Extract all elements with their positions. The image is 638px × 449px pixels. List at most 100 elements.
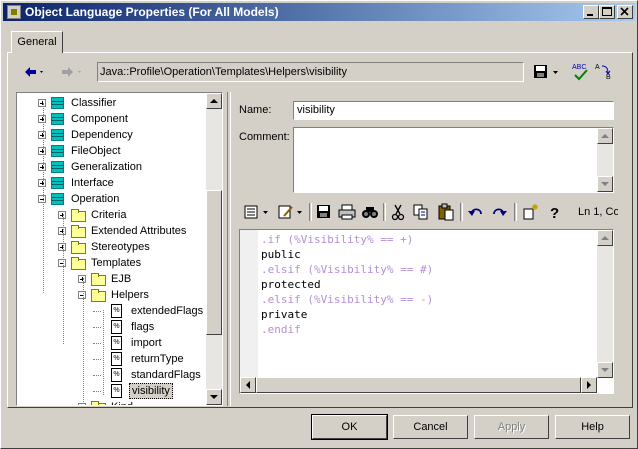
paste-icon: [438, 203, 454, 221]
back-arrow-icon: [25, 67, 43, 77]
tree-scrollbar[interactable]: [206, 93, 222, 405]
template-file-icon: %: [111, 352, 122, 366]
tree-item[interactable]: EJB: [17, 271, 207, 287]
tree-item[interactable]: % returnType: [17, 351, 207, 367]
tree-scroll-up-button[interactable]: [206, 93, 222, 109]
editor-gutter: [240, 230, 258, 377]
tree-item[interactable]: % extendedFlags: [17, 303, 207, 319]
tree-item[interactable]: FileObject: [17, 143, 207, 159]
redo-button[interactable]: [490, 203, 508, 221]
path-field[interactable]: Java::Profile\Operation\Templates\Helper…: [97, 62, 524, 82]
help-context-button[interactable]: ?: [546, 203, 564, 222]
arrow-down-icon: [601, 182, 609, 186]
redo-icon: [493, 208, 507, 216]
editor-scroll-left-button[interactable]: [240, 377, 256, 393]
insert-button[interactable]: [522, 203, 540, 221]
ok-button[interactable]: OK: [311, 414, 388, 440]
arrow-left-icon: [246, 381, 250, 389]
tree-item[interactable]: % standardFlags: [17, 367, 207, 383]
editor-scroll-right-button[interactable]: [581, 377, 597, 393]
metaclass-icon: [51, 145, 64, 157]
maximize-icon: [602, 7, 612, 16]
tree-item[interactable]: % import: [17, 335, 207, 351]
metaclass-icon: [51, 113, 64, 125]
editor-save-button[interactable]: [315, 203, 333, 221]
forward-button[interactable]: [59, 63, 81, 81]
tree-item[interactable]: Helpers: [17, 287, 207, 303]
code-line: .elsif (%Visibility% == #): [261, 263, 434, 276]
tree-guide-line: [43, 103, 45, 293]
tree-item[interactable]: Dependency: [17, 127, 207, 143]
tree-item-label: Component: [71, 113, 128, 125]
svg-text:ABC: ABC: [572, 64, 586, 71]
save-dropdown-button[interactable]: [533, 63, 563, 84]
code-line: .if (%Visibility% == +): [261, 233, 414, 246]
save-icon: [534, 65, 558, 78]
copy-icon: [413, 204, 428, 220]
editor-scroll-up-button[interactable]: [597, 230, 613, 246]
tree-scroll-down-button[interactable]: [206, 389, 222, 405]
comment-textarea[interactable]: [293, 127, 614, 193]
folder-icon: [71, 225, 86, 238]
comment-scroll-up-button[interactable]: [597, 128, 613, 144]
tree-scroll-thumb[interactable]: [206, 190, 222, 335]
tree-connector: [93, 327, 101, 329]
tree-item[interactable]: Classifier: [17, 95, 207, 111]
comment-scroll-down-button[interactable]: [597, 176, 613, 192]
tree-guide-line: [63, 214, 65, 344]
print-button[interactable]: [338, 203, 356, 221]
forward-arrow-icon: [62, 67, 81, 77]
code-line: .endif: [261, 323, 301, 336]
tree-item[interactable]: Templates: [17, 255, 207, 271]
pane-splitter[interactable]: [227, 92, 231, 406]
close-button[interactable]: [617, 5, 633, 19]
tree-item[interactable]: Stereotypes: [17, 239, 207, 255]
apply-button[interactable]: Apply: [474, 415, 549, 439]
code-editor[interactable]: .if (%Visibility% == +) public .elsif (%Vi…: [239, 229, 614, 394]
cancel-button[interactable]: Cancel: [393, 415, 468, 439]
tree-item[interactable]: Extended Attributes: [17, 223, 207, 239]
properties-menu-button[interactable]: [243, 203, 273, 221]
tree-item[interactable]: % visibility: [17, 383, 207, 399]
find-icon: [362, 207, 378, 218]
copy-button[interactable]: [412, 203, 430, 221]
cut-button[interactable]: [389, 203, 407, 221]
replace-button[interactable]: A B: [594, 61, 616, 84]
metaclass-icon: [51, 129, 64, 141]
spell-check-button[interactable]: ABC: [571, 61, 591, 84]
arrow-up-icon: [601, 134, 609, 138]
tab-general[interactable]: General: [11, 31, 63, 53]
minimize-button[interactable]: [583, 5, 599, 19]
code-line: protected: [261, 278, 321, 291]
tree-item[interactable]: Generalization: [17, 159, 207, 175]
arrow-down-icon: [601, 368, 609, 372]
tree-item[interactable]: Component: [17, 111, 207, 127]
comment-scrollbar[interactable]: [597, 128, 613, 192]
maximize-button[interactable]: [599, 5, 615, 19]
editor-vscrollbar[interactable]: [597, 230, 613, 378]
cursor-position: Ln 1, Co: [578, 206, 618, 218]
tree-item[interactable]: Operation: [17, 191, 207, 207]
tree-item[interactable]: Criteria: [17, 207, 207, 223]
arrow-down-icon: [210, 395, 218, 399]
paste-button[interactable]: [437, 203, 455, 221]
arrow-up-icon: [210, 99, 218, 103]
tree-item[interactable]: % flags: [17, 319, 207, 335]
tree-item-label: Stereotypes: [91, 241, 150, 253]
app-icon: [7, 5, 21, 19]
tree-item[interactable]: Interface: [17, 175, 207, 191]
editor-hscrollbar[interactable]: [240, 377, 597, 393]
dialog-window: Object Language Properties (For All Mode…: [0, 0, 638, 449]
help-button[interactable]: Help: [555, 415, 630, 439]
title-bar[interactable]: Object Language Properties (For All Mode…: [3, 3, 635, 21]
editor-scroll-down-button[interactable]: [597, 362, 613, 378]
tree-item-label: Templates: [91, 257, 142, 269]
back-button[interactable]: [23, 63, 43, 81]
find-button[interactable]: [361, 203, 379, 221]
editor-hscroll-thumb[interactable]: [256, 377, 581, 393]
tree-view[interactable]: Classifier Component Dependency FileObject G…: [16, 92, 223, 406]
tree-item[interactable]: Kind: [17, 399, 207, 405]
name-input[interactable]: visibility: [293, 101, 614, 120]
undo-button[interactable]: [467, 203, 485, 221]
edit-menu-button[interactable]: [277, 203, 307, 221]
